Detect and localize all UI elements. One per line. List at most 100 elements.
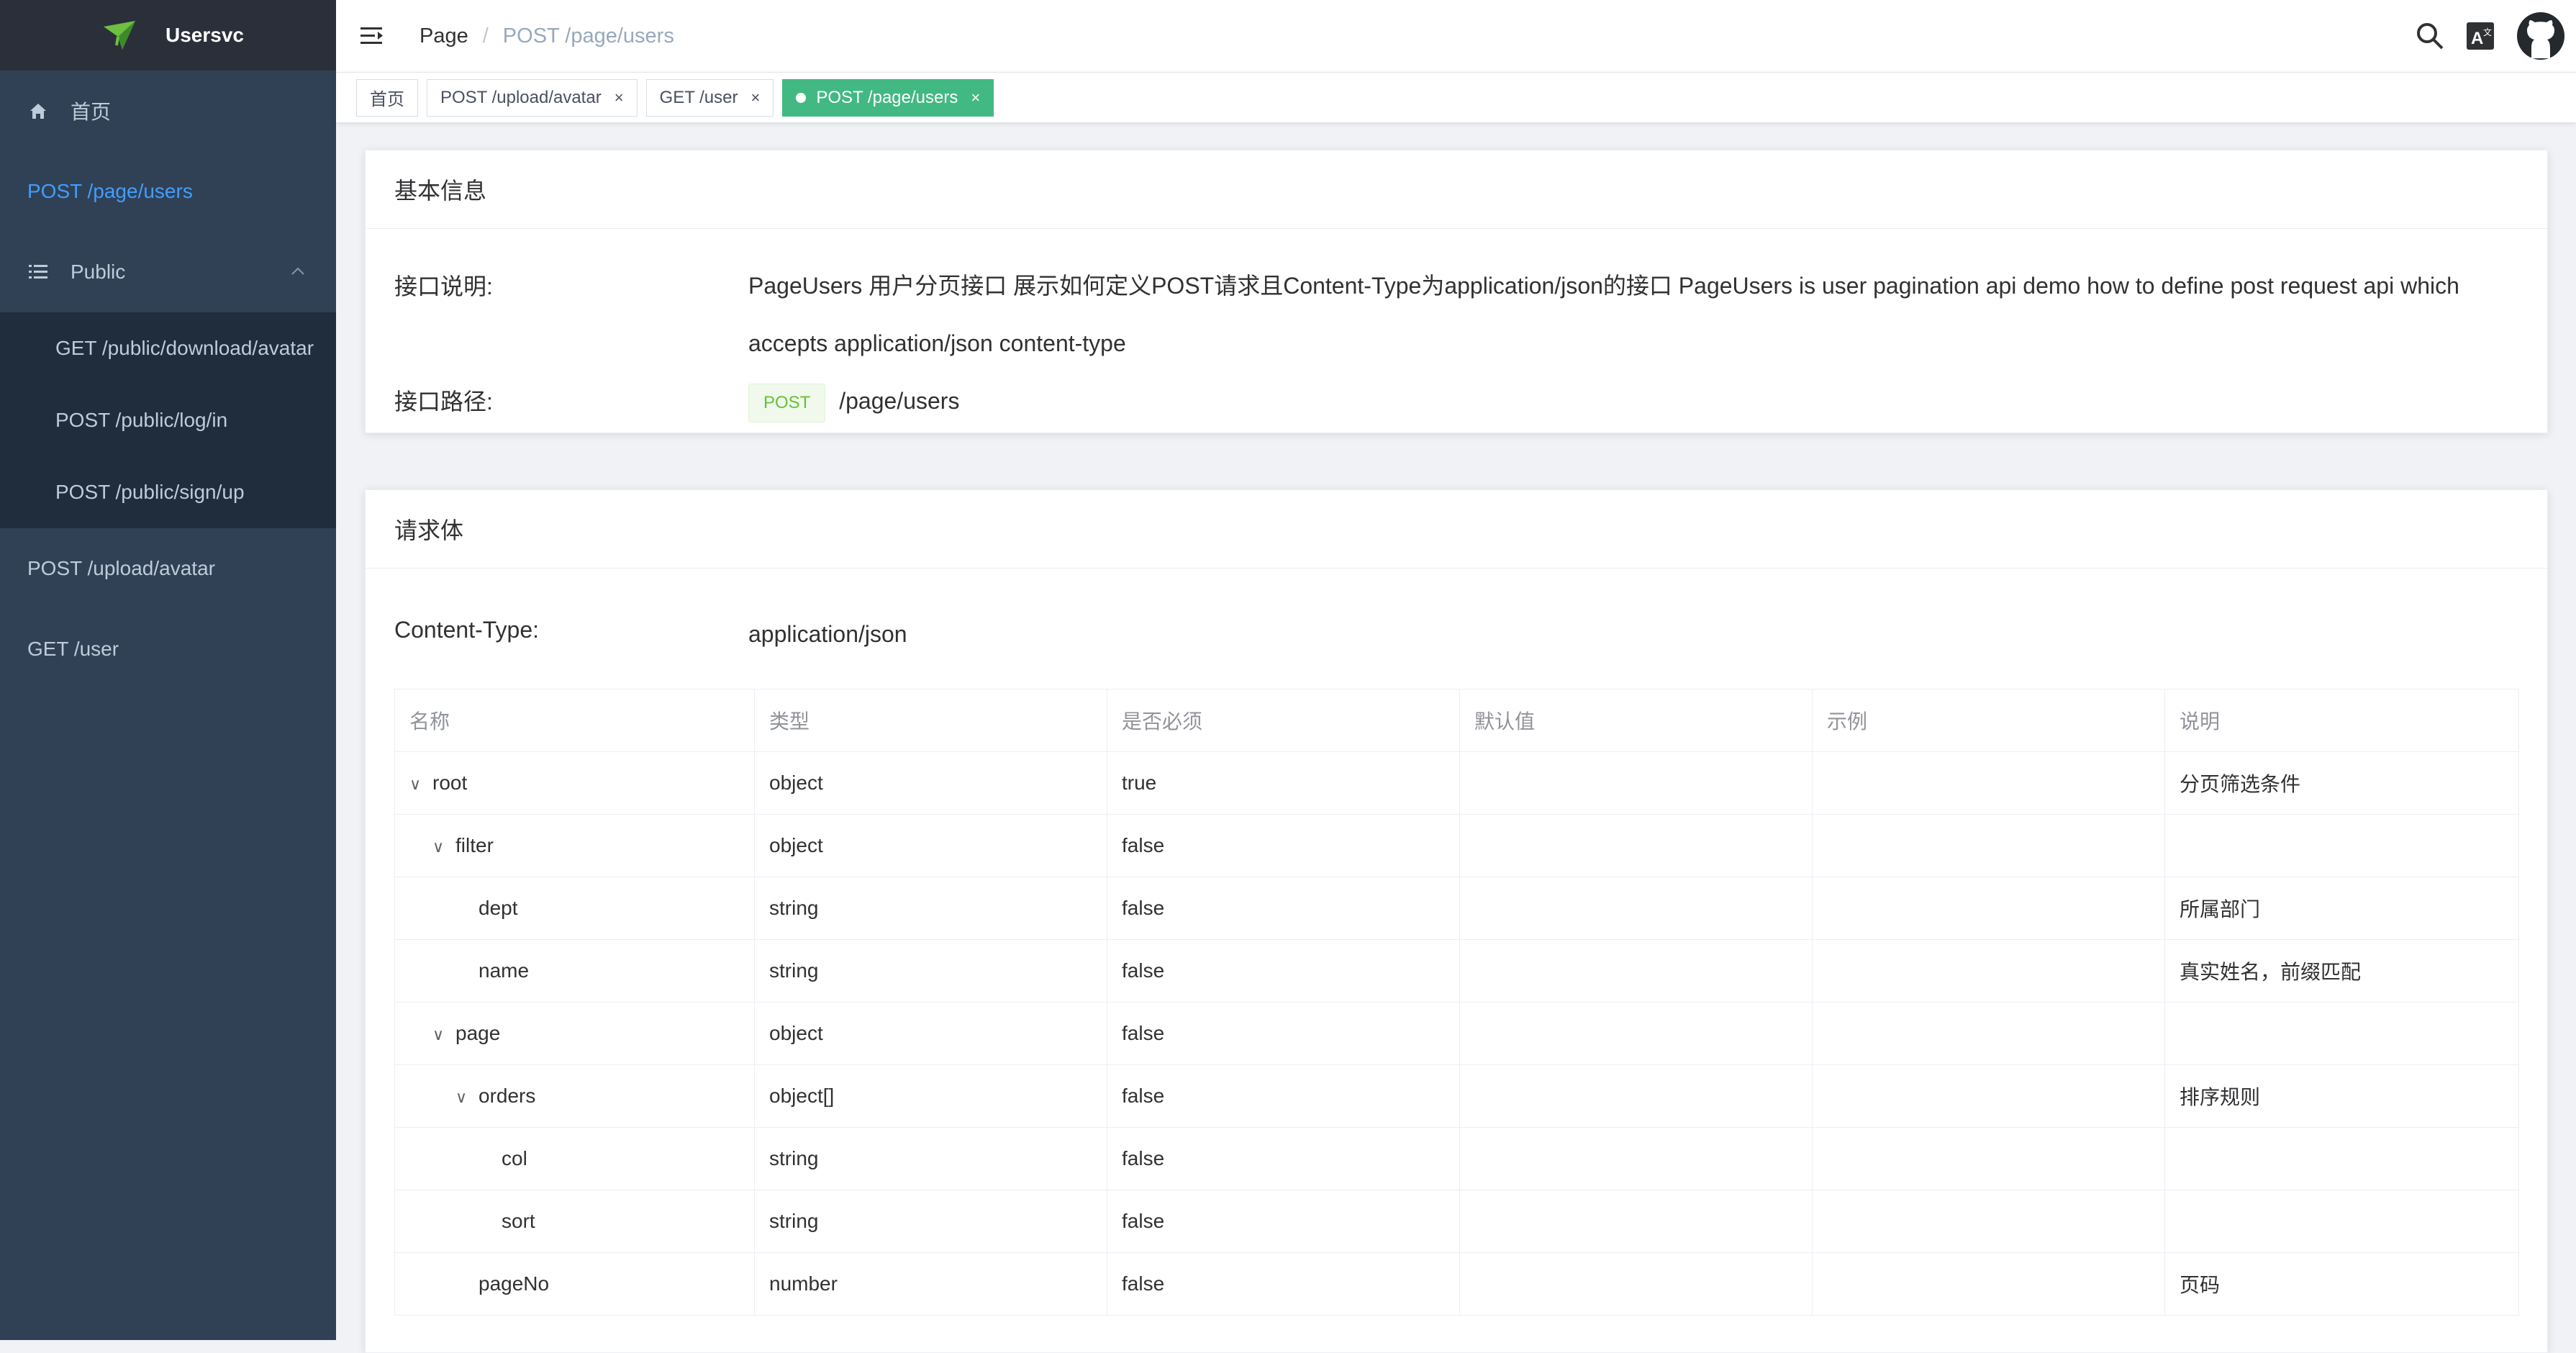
table-header-row: 名称 类型 是否必须 默认值 示例 说明 bbox=[394, 689, 2519, 752]
table-row: sort string false bbox=[394, 1190, 2519, 1253]
close-icon[interactable]: × bbox=[971, 89, 980, 107]
method-badge: POST bbox=[748, 383, 826, 422]
sidebar-item-label: GET /user bbox=[27, 638, 119, 660]
sidebar-item-log-in[interactable]: POST /public/log/in bbox=[0, 384, 336, 456]
card-title: 请求体 bbox=[366, 490, 2547, 569]
tag-get-user[interactable]: GET /user × bbox=[645, 78, 774, 117]
table-cell-required: false bbox=[1107, 939, 1460, 1003]
close-icon[interactable]: × bbox=[614, 89, 624, 107]
top-navbar: Page / POST /page/users A 文 bbox=[336, 0, 2576, 72]
table-cell-example bbox=[1812, 751, 2165, 815]
expand-chevron-icon[interactable]: ∨ bbox=[432, 838, 445, 856]
table-cell-type: object[] bbox=[754, 1064, 1107, 1128]
svg-text:A: A bbox=[2471, 29, 2483, 48]
param-name: dept bbox=[479, 897, 518, 919]
card-title: 基本信息 bbox=[366, 150, 2547, 229]
table-cell-name: ∨ root bbox=[394, 751, 755, 815]
github-icon[interactable] bbox=[2516, 11, 2566, 61]
param-name: col bbox=[502, 1147, 527, 1169]
table-cell-required: false bbox=[1107, 1252, 1460, 1316]
sidebar-item-sign-up[interactable]: POST /public/sign/up bbox=[0, 456, 336, 528]
param-name: sort bbox=[502, 1210, 535, 1232]
table-cell-type: string bbox=[754, 1127, 1107, 1190]
table-row: pageNo number false 页码 bbox=[394, 1252, 2519, 1316]
table-cell-example bbox=[1812, 1002, 2165, 1065]
sidebar-submenu-public[interactable]: Public bbox=[0, 232, 336, 312]
sidebar: Usersvc 首页 POST /page/users Public GET /… bbox=[0, 0, 336, 1340]
table-row: ∨ orders object[] false 排序规则 bbox=[394, 1064, 2519, 1128]
breadcrumb-item-current: POST /page/users bbox=[502, 24, 674, 47]
chevron-up-icon[interactable] bbox=[290, 263, 306, 279]
breadcrumb: Page / POST /page/users bbox=[419, 24, 674, 48]
content-type-value: application/json bbox=[748, 621, 907, 647]
translate-icon[interactable]: A 文 bbox=[2465, 21, 2495, 51]
submenu-public: GET /public/download/avatar POST /public… bbox=[0, 312, 336, 528]
table-cell-desc: 所属部门 bbox=[2164, 877, 2519, 940]
table-cell-default bbox=[1459, 1002, 1813, 1065]
sidebar-item-download-avatar[interactable]: GET /public/download/avatar bbox=[0, 312, 336, 384]
tag-home[interactable]: 首页 bbox=[356, 78, 418, 117]
table-cell-name: name bbox=[394, 939, 755, 1003]
param-name: name bbox=[479, 959, 530, 982]
active-dot-icon bbox=[796, 92, 807, 103]
table-cell-desc: 排序规则 bbox=[2164, 1064, 2519, 1128]
description-line-1: PageUsers 用户分页接口 展示如何定义POST请求且Content-Ty… bbox=[748, 273, 2459, 299]
table-cell-example bbox=[1812, 939, 2165, 1003]
table-cell-name: ∨ page bbox=[394, 1002, 755, 1065]
table-cell-desc: 真实姓名，前缀匹配 bbox=[2164, 939, 2519, 1003]
expand-chevron-icon[interactable]: ∨ bbox=[409, 775, 422, 794]
table-cell-required: false bbox=[1107, 814, 1460, 877]
expand-chevron-icon[interactable]: ∨ bbox=[455, 1088, 468, 1107]
sidebar-item-page-users[interactable]: POST /page/users bbox=[0, 151, 336, 232]
param-name: filter bbox=[455, 834, 494, 856]
table-cell-name: ∨ orders bbox=[394, 1064, 755, 1128]
sidebar-item-home[interactable]: 首页 bbox=[0, 71, 336, 151]
content-type-label: Content-Type: bbox=[394, 617, 539, 643]
breadcrumb-item-page[interactable]: Page bbox=[419, 24, 468, 48]
table-cell-default bbox=[1459, 1190, 1813, 1253]
basic-info-card: 基本信息 接口说明: PageUsers 用户分页接口 展示如何定义POST请求… bbox=[365, 150, 2548, 433]
param-name: pageNo bbox=[479, 1272, 550, 1295]
table-cell-type: string bbox=[754, 877, 1107, 940]
table-row: dept string false 所属部门 bbox=[394, 877, 2519, 940]
tag-page-users[interactable]: POST /page/users × bbox=[782, 78, 994, 117]
sidebar-item-get-user[interactable]: GET /user bbox=[0, 609, 336, 689]
table-cell-default bbox=[1459, 814, 1813, 877]
expand-chevron-icon[interactable]: ∨ bbox=[432, 1026, 445, 1044]
table-cell-type: object bbox=[754, 751, 1107, 815]
path-label: 接口路径: bbox=[394, 389, 493, 415]
logo-bar: Usersvc bbox=[0, 0, 336, 71]
table-cell-default bbox=[1459, 1064, 1813, 1128]
table-row: name string false 真实姓名，前缀匹配 bbox=[394, 939, 2519, 1003]
params-table: 名称 类型 是否必须 默认值 示例 说明 ∨ root object true 分页筛选… bbox=[394, 689, 2519, 1316]
table-cell-default bbox=[1459, 877, 1813, 940]
table-cell-type: string bbox=[754, 1190, 1107, 1253]
table-cell-example bbox=[1812, 877, 2165, 940]
table-cell-required: false bbox=[1107, 1127, 1460, 1190]
table-cell-type: object bbox=[754, 814, 1107, 877]
table-cell-example bbox=[1812, 1190, 2165, 1253]
sidebar-item-label: POST /upload/avatar bbox=[27, 557, 215, 579]
table-cell-name: pageNo bbox=[394, 1252, 755, 1316]
tag-label: POST /page/users bbox=[816, 87, 958, 107]
table-cell-desc bbox=[2164, 1190, 2519, 1253]
close-icon[interactable]: × bbox=[750, 89, 760, 107]
sidebar-item-upload-avatar[interactable]: POST /upload/avatar bbox=[0, 528, 336, 609]
table-row: col string false bbox=[394, 1127, 2519, 1190]
table-cell-desc bbox=[2164, 1002, 2519, 1065]
sidebar-item-label: GET /public/download/avatar bbox=[55, 337, 314, 359]
table-cell-name: sort bbox=[394, 1190, 755, 1253]
param-name: orders bbox=[479, 1085, 536, 1107]
list-icon bbox=[29, 265, 47, 279]
table-cell-example bbox=[1812, 814, 2165, 877]
search-icon[interactable] bbox=[2415, 21, 2445, 51]
tag-upload-avatar[interactable]: POST /upload/avatar × bbox=[427, 78, 638, 117]
table-cell-example bbox=[1812, 1127, 2165, 1190]
sidebar-item-label: POST /page/users bbox=[27, 180, 193, 202]
table-cell-default bbox=[1459, 1127, 1813, 1190]
table-row: ∨ root object true 分页筛选条件 bbox=[394, 751, 2519, 815]
table-row: ∨ filter object false bbox=[394, 814, 2519, 877]
hamburger-menu-icon[interactable] bbox=[359, 23, 385, 49]
table-cell-desc bbox=[2164, 814, 2519, 877]
home-icon bbox=[30, 104, 46, 119]
